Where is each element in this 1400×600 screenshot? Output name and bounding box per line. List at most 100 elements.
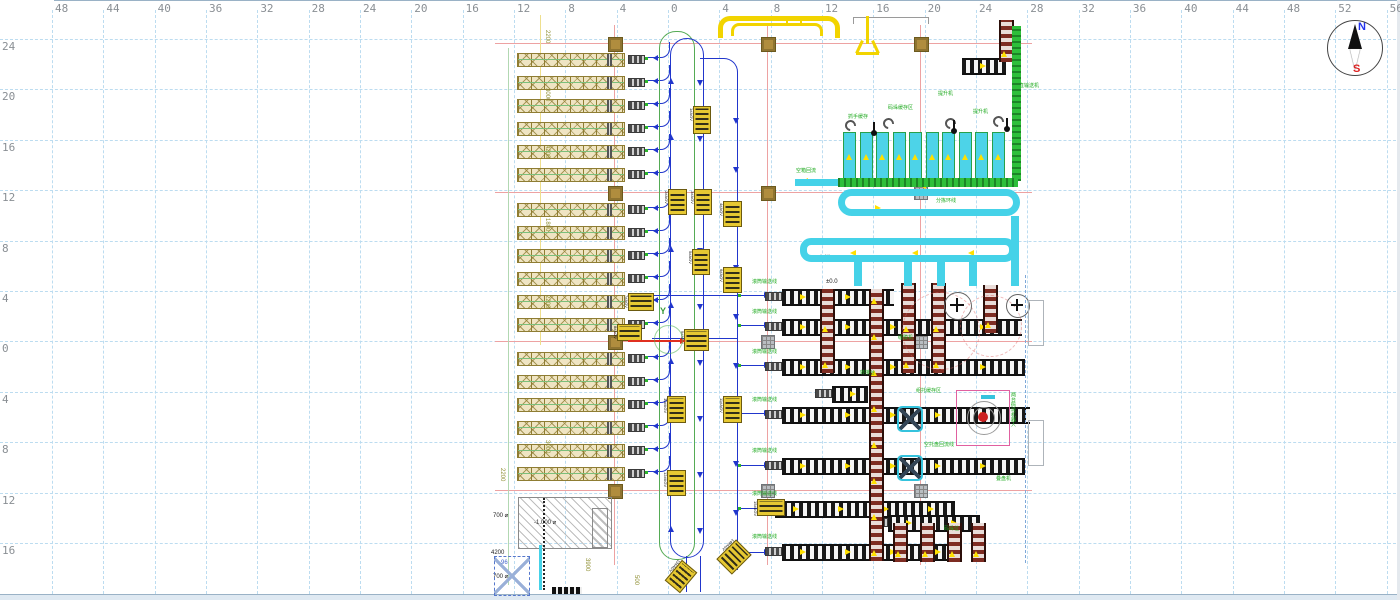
path-arrow (697, 80, 703, 89)
path-arrow (800, 549, 809, 555)
equipment-label: 滚筒输送线 (752, 492, 777, 497)
accumulation-lane[interactable] (876, 132, 889, 184)
grid-line-v (1284, 10, 1285, 594)
ruler-top-label: 28 (1030, 2, 1043, 15)
conveyor-dock (765, 362, 782, 371)
agv-vehicle[interactable]: 10#AGV (667, 396, 686, 423)
rack-pick-station[interactable] (628, 101, 645, 110)
agv-vehicle[interactable]: 14#AGV (716, 539, 751, 574)
compass-rose[interactable]: N S (1327, 20, 1384, 77)
agv-vehicle[interactable]: 2#AGV (668, 189, 687, 215)
agv-vehicle[interactable]: 6#AGV (723, 267, 742, 293)
rack-pick-station[interactable] (628, 400, 645, 409)
sorting-loop-oval[interactable] (838, 189, 1020, 216)
shuttle-1[interactable] (897, 406, 923, 432)
palletizer-cell[interactable] (956, 390, 1010, 446)
pallet-rack-row[interactable] (517, 421, 625, 435)
clamp-icon-1 (843, 118, 858, 133)
chain-conveyor[interactable] (893, 523, 908, 562)
pallet-rack-row[interactable] (517, 53, 625, 67)
rack-pick-station[interactable] (628, 469, 645, 478)
pallet-rack-row[interactable] (517, 203, 625, 217)
shuttle-2[interactable] (897, 455, 923, 481)
accumulation-lane[interactable] (992, 132, 1005, 184)
accumulation-lane[interactable] (909, 132, 922, 184)
pallet-rack-row[interactable] (517, 295, 625, 309)
agv-vehicle[interactable]: 12#AGV (667, 470, 686, 496)
equipment-label: 两台码垛机器人 (1010, 392, 1015, 427)
agv-exit-path[interactable] (700, 556, 701, 592)
cyan-feed-line[interactable] (795, 179, 841, 186)
roller-conveyor[interactable] (832, 386, 868, 403)
pallet-rack-row[interactable] (517, 272, 625, 286)
rack-pick-station[interactable] (628, 228, 645, 237)
rack-pick-station[interactable] (628, 354, 645, 363)
agv-vehicle[interactable]: 5#AGV (692, 249, 710, 275)
ruler-top-label: 12 (517, 2, 530, 15)
agv-branch-curve[interactable] (700, 58, 738, 99)
pallet-rack-row[interactable] (517, 467, 625, 481)
accumulation-lane[interactable] (893, 132, 906, 184)
pallet-rack-row[interactable] (517, 444, 625, 458)
pallet-rack-row[interactable] (517, 249, 625, 263)
pallet-rack-row[interactable] (517, 76, 625, 90)
grid-line-v (1079, 10, 1080, 594)
accumulation-lane[interactable] (843, 132, 856, 184)
rack-pick-station[interactable] (628, 251, 645, 260)
rack-pick-station[interactable] (628, 205, 645, 214)
agv-vehicle[interactable]: 1#AGV (693, 106, 711, 134)
accumulation-lane[interactable] (959, 132, 972, 184)
equipment-label: 码垛位 (944, 527, 959, 532)
agv-vehicle[interactable]: 11#AGV (723, 396, 742, 423)
accumulation-lane[interactable] (975, 132, 988, 184)
cyan-drop-5[interactable] (1011, 216, 1019, 286)
pallet-rack-row[interactable] (517, 145, 625, 159)
charger-box[interactable] (494, 556, 530, 596)
pallet-rack-row[interactable] (517, 226, 625, 240)
pit-hatched-area-2[interactable] (592, 508, 608, 548)
buffer-loop-band[interactable] (800, 238, 1016, 262)
path-arrow (668, 131, 674, 140)
agv-label: 14#AGV (721, 538, 735, 552)
chain-conveyor[interactable] (971, 523, 986, 562)
cyan-drop-2[interactable] (904, 260, 912, 286)
green-belt-horizontal[interactable] (838, 178, 1018, 187)
dimension-text: 4200 (544, 145, 550, 158)
cyan-drop-1[interactable] (854, 260, 862, 286)
agv-vehicle[interactable]: 13#AGV (665, 560, 698, 594)
pallet-rack-row[interactable] (517, 398, 625, 412)
cyan-drop-4[interactable] (969, 260, 977, 286)
agv-vehicle[interactable]: 3#AGV (694, 189, 712, 215)
rack-pick-station[interactable] (628, 377, 645, 386)
cyan-drop-3[interactable] (937, 260, 945, 286)
pallet-rack-row[interactable] (517, 122, 625, 136)
rack-pick-station[interactable] (628, 55, 645, 64)
pallet-rack-row[interactable] (517, 352, 625, 366)
chain-conveyor[interactable] (920, 523, 935, 562)
pallet-rack-row[interactable] (517, 318, 625, 332)
grid-line-v (103, 10, 104, 594)
agv-vehicle[interactable]: 7#AGV (628, 293, 654, 311)
rack-pick-station[interactable] (628, 423, 645, 432)
rack-pick-station[interactable] (628, 124, 645, 133)
rack-pick-station[interactable] (628, 147, 645, 156)
agv-vehicle[interactable]: 15#AGV (757, 499, 785, 516)
agv-vehicle[interactable]: 4#AGV (723, 201, 742, 227)
rack-pick-station[interactable] (628, 78, 645, 87)
rack-pick-station[interactable] (628, 170, 645, 179)
green-belt-vertical[interactable] (1012, 26, 1021, 181)
pallet-rack-row[interactable] (517, 375, 625, 389)
ruler-top-label: 36 (209, 2, 222, 15)
rack-pick-station[interactable] (628, 446, 645, 455)
accumulation-lane[interactable] (860, 132, 873, 184)
chain-conveyor[interactable] (820, 289, 835, 373)
chain-conveyor[interactable] (869, 289, 884, 561)
pallet-rack-row[interactable] (517, 99, 625, 113)
rack-pick-station[interactable] (628, 274, 645, 283)
cad-viewport[interactable]: 4844403632282420161284048121620242832364… (0, 0, 1400, 600)
pallet-rack-row[interactable] (517, 168, 625, 182)
accumulation-lane[interactable] (926, 132, 939, 184)
accumulation-lane[interactable] (942, 132, 955, 184)
path-arrow (883, 506, 892, 512)
agv-vehicle[interactable]: 8#AGV (617, 324, 642, 341)
